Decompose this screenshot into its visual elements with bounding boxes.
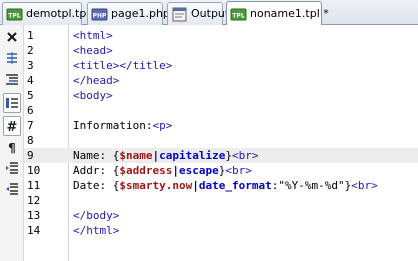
code-line[interactable]: 1 <html> — [24, 28, 418, 43]
code-text[interactable]: </head> — [73, 73, 119, 88]
code-text[interactable]: <title></title> — [73, 58, 172, 73]
line-numbers-icon: # — [7, 120, 18, 133]
line-number: 10 — [27, 164, 41, 177]
close-button[interactable] — [3, 28, 21, 46]
tab-page1[interactable]: PHP page1.php — [87, 2, 170, 25]
code-text[interactable]: </html> — [73, 223, 119, 238]
word-wrap-button[interactable] — [3, 49, 21, 67]
tab-noname1[interactable]: TPL noname1.tpl * — [226, 1, 329, 26]
line-number: 14 — [27, 224, 41, 237]
code-text[interactable]: Information:<p> — [73, 118, 172, 133]
line-number: 6 — [27, 104, 34, 117]
line-number: 2 — [27, 44, 34, 57]
code-text[interactable]: Addr: {$address|escape}<br> — [73, 163, 252, 178]
code-line[interactable]: 8 — [24, 133, 418, 148]
code-text[interactable]: Name: {$name|capitalize}<br> — [73, 148, 258, 163]
show-selection-button[interactable] — [3, 93, 21, 113]
code-line[interactable]: 5 <body> — [24, 88, 418, 103]
editor-side-toolbar: # ¶ — [0, 25, 24, 261]
code-text[interactable]: <html> — [73, 28, 113, 43]
tpl-file-icon: TPL — [6, 8, 23, 20]
code-line[interactable]: 11 Date: {$smarty.now|date_format:"%Y-%m-… — [24, 178, 418, 193]
indent-guides-button[interactable] — [3, 70, 21, 88]
code-line[interactable]: 10 Addr: {$address|escape}<br> — [24, 163, 418, 178]
output-icon — [172, 7, 187, 21]
show-selection-icon — [6, 98, 18, 108]
tpl-file-icon: TPL — [230, 8, 247, 20]
line-number: 9 — [27, 149, 34, 162]
line-number: 13 — [27, 209, 41, 222]
code-text[interactable]: <head> — [73, 43, 113, 58]
code-line[interactable]: 9 Name: {$name|capitalize}<br> — [24, 148, 418, 163]
indent-button[interactable] — [3, 159, 21, 177]
svg-text:TPL: TPL — [232, 12, 244, 19]
code-text[interactable]: <body> — [73, 88, 113, 103]
line-number: 8 — [27, 134, 34, 147]
tab-output[interactable]: Output — [167, 2, 229, 25]
line-number: 5 — [27, 89, 34, 102]
line-number: 11 — [27, 179, 41, 192]
paragraph-marks-button[interactable]: ¶ — [3, 138, 21, 156]
svg-text:PHP: PHP — [93, 12, 107, 19]
line-number: 7 — [27, 119, 34, 132]
line-number: 12 — [27, 194, 41, 207]
svg-text:TPL: TPL — [8, 12, 20, 19]
code-line[interactable]: 4 </head> — [24, 73, 418, 88]
code-text[interactable]: </body> — [73, 208, 119, 223]
tab-label: demotpl.tpl — [26, 7, 90, 20]
code-line[interactable]: 3 <title></title> — [24, 58, 418, 73]
line-number: 1 — [27, 29, 34, 42]
svg-text:¶: ¶ — [8, 141, 16, 154]
code-line[interactable]: 14 </html> — [24, 223, 418, 238]
code-line[interactable]: 7 Information:<p> — [24, 118, 418, 133]
line-numbers-button[interactable]: # — [3, 116, 21, 136]
indent-icon — [6, 162, 18, 174]
tab-demotpl[interactable]: TPL demotpl.tpl — [2, 2, 89, 25]
code-line[interactable]: 2 <head> — [24, 43, 418, 58]
line-number: 4 — [27, 74, 34, 87]
line-number: 3 — [27, 59, 34, 72]
editor-tab-bar: TPL demotpl.tpl PHP page1.php Output TPL… — [0, 0, 418, 26]
tab-label: page1.php — [111, 7, 170, 20]
php-file-icon: PHP — [91, 8, 108, 20]
tab-label: Output — [191, 7, 230, 20]
svg-text:#: # — [7, 120, 18, 133]
wrap-icon — [7, 52, 17, 64]
code-line[interactable]: 6 — [24, 103, 418, 118]
tab-label: noname1.tpl * — [250, 7, 329, 20]
code-line[interactable]: 12 — [24, 193, 418, 208]
code-editor[interactable]: 1 <html> 2 <head> 3 <title></title> 4 </head> 5 <… — [24, 25, 418, 261]
unindent-icon — [6, 183, 18, 195]
code-line[interactable]: 13 </body> — [24, 208, 418, 223]
unindent-button[interactable] — [3, 180, 21, 198]
close-icon — [7, 32, 17, 42]
paragraph-marks-icon: ¶ — [8, 141, 16, 154]
code-text[interactable]: Date: {$smarty.now|date_format:"%Y-%m-%d… — [73, 178, 378, 193]
indent-guides-icon — [6, 74, 18, 85]
